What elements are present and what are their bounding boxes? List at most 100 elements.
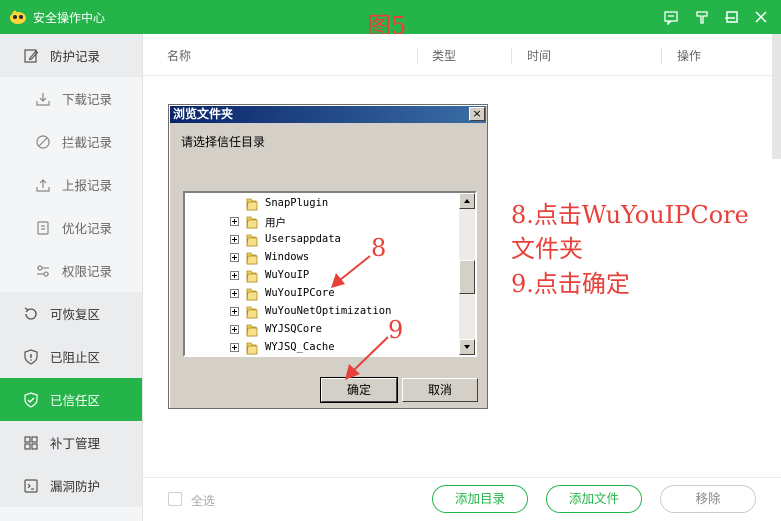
annotation-line-2: 文件夹 (511, 235, 583, 263)
folder-item-wuyouip[interactable]: WuYouIP (185, 267, 461, 285)
arrow-down-icon (464, 345, 470, 349)
sidebar-item-label: 拦截记录 (62, 135, 113, 150)
optimize-icon (34, 219, 52, 237)
cancel-button[interactable]: 取消 (402, 378, 478, 402)
annotation-step-9: 9 (388, 316, 404, 344)
folder-name: WuYouIPCore (265, 287, 335, 299)
folder-name: 用户 (265, 217, 286, 229)
dialog-prompt: 请选择信任目录 (181, 135, 266, 149)
browse-folder-dialog: 浏览文件夹 × 请选择信任目录 SnapPlugin 用户 Usersappda… (168, 104, 488, 409)
remove-button[interactable]: 移除 (660, 485, 756, 513)
column-header-type[interactable]: 类型 (432, 47, 456, 64)
folder-name: WuYouNetOptimization (265, 305, 392, 317)
list-scrollbar[interactable] (772, 34, 781, 159)
folder-icon (246, 216, 258, 229)
upload-icon (34, 176, 52, 194)
folder-icon (246, 270, 258, 283)
sidebar-item-recoverable-zone[interactable]: 可恢复区 (0, 292, 142, 335)
arrow-up-icon (464, 199, 470, 203)
expand-icon[interactable] (230, 307, 239, 316)
folder-item-wyjsqcore[interactable]: WYJSQCore (185, 321, 461, 339)
edit-icon (22, 47, 40, 65)
annotation-step-8: 8 (371, 234, 387, 262)
scroll-up-button[interactable] (459, 193, 475, 209)
add-directory-button[interactable]: 添加目录 (432, 485, 528, 513)
folder-icon (246, 342, 258, 355)
expand-icon[interactable] (230, 253, 239, 262)
column-separator (661, 48, 662, 64)
folder-icon (246, 306, 258, 319)
folder-icon (246, 324, 258, 337)
scroll-thumb[interactable] (459, 260, 475, 294)
folder-item-snapplugin[interactable]: SnapPlugin (185, 195, 461, 213)
skin-icon[interactable] (692, 7, 712, 27)
folder-item-windows[interactable]: Windows (185, 249, 461, 267)
sidebar-item-optimize-records[interactable]: 优化记录 (0, 206, 142, 249)
folder-item-users-cn[interactable]: 用户 (185, 213, 461, 231)
expand-icon[interactable] (230, 217, 239, 226)
restore-icon (22, 305, 40, 323)
folder-item-wuyouipcore[interactable]: WuYouIPCore (185, 285, 461, 303)
patch-icon (22, 434, 40, 452)
column-separator (417, 48, 418, 64)
folder-item-wuyounetoptimization[interactable]: WuYouNetOptimization (185, 303, 461, 321)
annotation-line-3: 9.点击确定 (511, 270, 630, 298)
folder-item-wyjsq-cache[interactable]: WYJSQ_Cache (185, 339, 461, 355)
feedback-icon[interactable] (661, 7, 681, 27)
scroll-down-button[interactable] (459, 339, 475, 355)
close-icon[interactable] (751, 7, 771, 27)
sidebar-item-trusted-zone[interactable]: 已信任区 (0, 378, 142, 421)
sidebar-item-download-records[interactable]: 下载记录 (0, 77, 142, 120)
dialog-close-button[interactable]: × (469, 107, 485, 121)
folder-icon (246, 234, 258, 247)
folder-name: Windows (265, 251, 310, 263)
maximize-icon[interactable] (722, 7, 742, 27)
sidebar-item-label: 权限记录 (62, 264, 113, 279)
expand-icon[interactable] (230, 235, 239, 244)
sidebar-item-protection-records[interactable]: 防护记录 (0, 34, 142, 77)
folder-name: WuYouIP (265, 269, 310, 281)
add-file-button[interactable]: 添加文件 (546, 485, 642, 513)
bottom-action-bar: 全选 添加目录 添加文件 移除 (143, 477, 781, 521)
column-header-action[interactable]: 操作 (677, 47, 701, 64)
ok-button[interactable]: 确定 (320, 377, 398, 403)
column-header-time[interactable]: 时间 (527, 47, 551, 64)
folder-icon (246, 198, 258, 211)
expand-icon[interactable] (230, 289, 239, 298)
select-all-label: 全选 (191, 494, 216, 508)
app-logo-icon (10, 10, 26, 24)
sidebar-item-permission-records[interactable]: 权限记录 (0, 249, 142, 292)
sidebar-item-label: 漏洞防护 (50, 479, 101, 494)
folder-tree[interactable]: SnapPlugin 用户 Usersappdata Windows WuYou… (183, 191, 477, 357)
sidebar-item-label: 已阻止区 (50, 350, 101, 365)
folder-name: SnapPlugin (265, 197, 329, 209)
table-header: 名称 类型 时间 操作 (143, 34, 781, 76)
sidebar-item-label: 可恢复区 (50, 307, 101, 322)
folder-name: WYJSQCore (265, 323, 322, 335)
app-title: 安全操作中心 (33, 11, 106, 25)
select-all-checkbox[interactable] (168, 492, 182, 506)
download-icon (34, 90, 52, 108)
expand-icon[interactable] (230, 325, 239, 334)
sidebar-item-label: 防护记录 (50, 49, 101, 64)
block-icon (34, 133, 52, 151)
sidebar-item-blocked-zone[interactable]: 已阻止区 (0, 335, 142, 378)
expand-icon[interactable] (230, 343, 239, 352)
sidebar-item-label: 优化记录 (62, 221, 113, 236)
sidebar-item-block-records[interactable]: 拦截记录 (0, 120, 142, 163)
folder-icon (246, 288, 258, 301)
sidebar-item-report-records[interactable]: 上报记录 (0, 163, 142, 206)
folder-item-usersappdata[interactable]: Usersappdata (185, 231, 461, 249)
dialog-title: 浏览文件夹 (170, 106, 486, 123)
sidebar-item-patch-management[interactable]: 补丁管理 (0, 421, 142, 464)
column-header-name[interactable]: 名称 (167, 47, 191, 64)
vulnerability-icon (22, 477, 40, 495)
expand-icon[interactable] (230, 271, 239, 280)
folder-name: Usersappdata (265, 233, 341, 245)
sidebar-item-label: 上报记录 (62, 178, 113, 193)
sidebar: 防护记录 下载记录 拦截记录 上报记录 优化记录 权限记录 可恢复区 已阻止区 … (0, 34, 143, 521)
sidebar-item-label: 下载记录 (62, 92, 113, 107)
sidebar-item-vulnerability-protection[interactable]: 漏洞防护 (0, 464, 142, 507)
tree-scrollbar[interactable] (459, 193, 475, 355)
shield-block-icon (22, 348, 40, 366)
